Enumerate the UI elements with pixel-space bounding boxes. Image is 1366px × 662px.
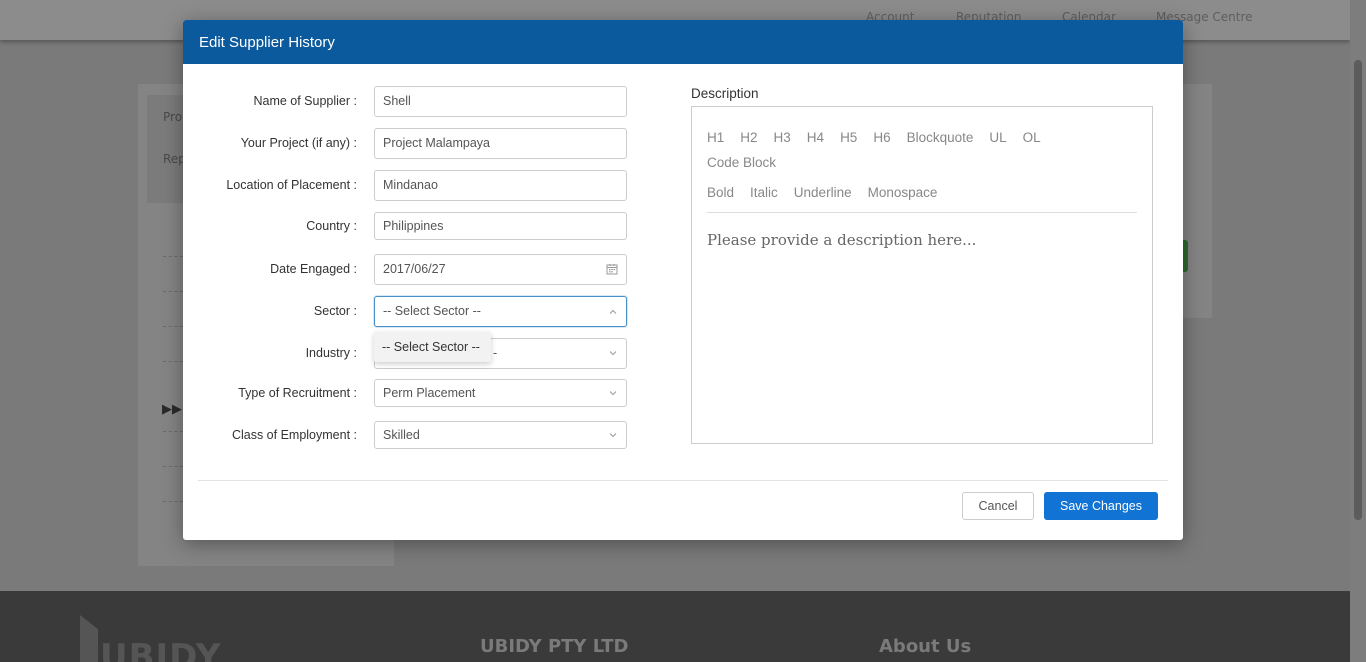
recruitment-type-value: Perm Placement bbox=[383, 386, 476, 400]
description-textarea[interactable]: Please provide a description here... bbox=[707, 231, 976, 249]
footer-logo: UBIDY bbox=[100, 637, 222, 662]
footer-company-title: UBIDY PTY LTD bbox=[480, 636, 629, 657]
background-divider bbox=[163, 431, 183, 432]
toolbar-code-block-button[interactable]: Code Block bbox=[707, 150, 776, 175]
editor-divider bbox=[707, 212, 1137, 213]
chevron-down-icon bbox=[608, 430, 618, 440]
recruitment-type-select[interactable]: Perm Placement bbox=[374, 379, 627, 407]
employment-class-select[interactable]: Skilled bbox=[374, 421, 627, 449]
date-engaged-label: Date Engaged : bbox=[270, 262, 357, 276]
country-value: Philippines bbox=[383, 219, 444, 233]
background-divider bbox=[163, 501, 183, 502]
location-input[interactable]: Mindanao bbox=[374, 169, 627, 201]
sector-label: Sector : bbox=[313, 304, 357, 318]
background-divider bbox=[163, 326, 183, 327]
sector-select[interactable]: -- Select Sector -- bbox=[374, 295, 627, 327]
description-label: Description bbox=[691, 86, 759, 101]
cancel-button[interactable]: Cancel bbox=[962, 492, 1034, 520]
background-divider bbox=[163, 361, 183, 362]
editor-toolbar: H1 H2 H3 H4 H5 H6 Blockquote UL OL Code … bbox=[707, 125, 1137, 205]
country-label: Country : bbox=[306, 219, 357, 233]
toolbar-bold-button[interactable]: Bold bbox=[707, 180, 734, 205]
chevron-down-icon bbox=[608, 388, 618, 398]
editor-toolbar-inline-formats: Bold Italic Underline Monospace bbox=[707, 180, 1137, 205]
modal-footer-divider bbox=[198, 480, 1168, 481]
chevron-down-icon bbox=[608, 348, 618, 358]
scrollbar-thumb[interactable] bbox=[1354, 60, 1362, 520]
modal-title: Edit Supplier History bbox=[199, 33, 335, 51]
background-menu-item-profile: Pro bbox=[163, 110, 183, 124]
date-engaged-input[interactable]: 2017/06/27 bbox=[374, 253, 627, 285]
recruitment-type-label: Type of Recruitment : bbox=[238, 386, 357, 400]
project-value: Project Malampaya bbox=[383, 136, 490, 150]
calendar-icon[interactable] bbox=[606, 263, 618, 275]
save-changes-button[interactable]: Save Changes bbox=[1044, 492, 1158, 520]
project-label: Your Project (if any) : bbox=[240, 136, 357, 150]
toolbar-italic-button[interactable]: Italic bbox=[750, 180, 778, 205]
toolbar-ol-button[interactable]: OL bbox=[1023, 125, 1041, 150]
editor-toolbar-block-formats: H1 H2 H3 H4 H5 H6 Blockquote UL OL Code … bbox=[707, 125, 1137, 175]
page-scrollbar[interactable] bbox=[1350, 0, 1366, 662]
fast-forward-icon: ▶▶ bbox=[162, 402, 182, 417]
background-divider bbox=[163, 466, 183, 467]
toolbar-h2-button[interactable]: H2 bbox=[740, 125, 757, 150]
modal-header: Edit Supplier History bbox=[183, 20, 1183, 64]
date-engaged-value: 2017/06/27 bbox=[383, 262, 446, 276]
supplier-name-value: Shell bbox=[383, 94, 411, 108]
logo-mark-icon bbox=[80, 615, 98, 662]
toolbar-h1-button[interactable]: H1 bbox=[707, 125, 724, 150]
supplier-name-label: Name of Supplier : bbox=[253, 94, 357, 108]
toolbar-ul-button[interactable]: UL bbox=[989, 125, 1006, 150]
employment-class-label: Class of Employment : bbox=[231, 428, 357, 442]
toolbar-h6-button[interactable]: H6 bbox=[873, 125, 890, 150]
industry-label: Industry : bbox=[305, 346, 357, 360]
background-divider bbox=[163, 256, 183, 257]
toolbar-h3-button[interactable]: H3 bbox=[774, 125, 791, 150]
location-label: Location of Placement : bbox=[226, 178, 357, 192]
sector-dropdown-option[interactable]: -- Select Sector -- bbox=[374, 332, 491, 362]
location-value: Mindanao bbox=[383, 178, 438, 192]
toolbar-underline-button[interactable]: Underline bbox=[794, 180, 852, 205]
background-divider bbox=[163, 291, 183, 292]
page-footer: UBIDY UBIDY PTY LTD About Us bbox=[0, 591, 1350, 662]
toolbar-blockquote-button[interactable]: Blockquote bbox=[907, 125, 974, 150]
supplier-name-input[interactable]: Shell bbox=[374, 85, 627, 117]
country-input[interactable]: Philippines bbox=[374, 212, 627, 240]
employment-class-value: Skilled bbox=[383, 428, 420, 442]
edit-supplier-history-modal: Edit Supplier History Name of Supplier :… bbox=[183, 20, 1183, 540]
toolbar-monospace-button[interactable]: Monospace bbox=[868, 180, 938, 205]
project-input[interactable]: Project Malampaya bbox=[374, 127, 627, 159]
sector-value: -- Select Sector -- bbox=[383, 304, 481, 318]
footer-about-title: About Us bbox=[879, 636, 972, 657]
description-editor: H1 H2 H3 H4 H5 H6 Blockquote UL OL Code … bbox=[691, 106, 1153, 444]
toolbar-h4-button[interactable]: H4 bbox=[807, 125, 824, 150]
toolbar-h5-button[interactable]: H5 bbox=[840, 125, 857, 150]
chevron-up-icon bbox=[608, 306, 618, 316]
